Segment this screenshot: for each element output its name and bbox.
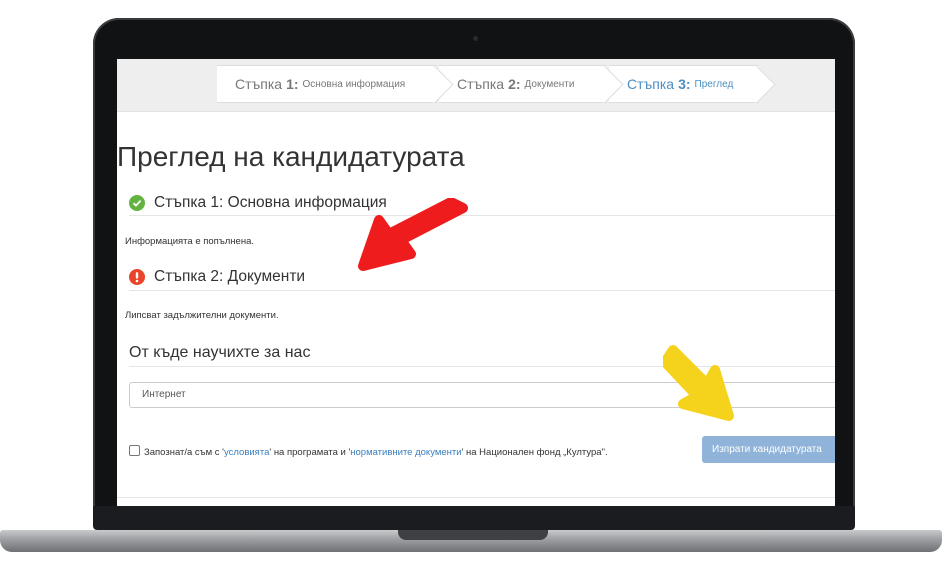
wizard-step-2-desc: Документи bbox=[524, 78, 575, 90]
section-step2-heading: Стъпка 2: Документи bbox=[129, 268, 305, 286]
source-title: От къде научихте за нас bbox=[129, 344, 311, 361]
step2-status-text: Липсват задължителни документи. bbox=[125, 310, 279, 321]
terms-text-before: Запознат/а съм с ' bbox=[144, 447, 224, 458]
yellow-arrow-icon bbox=[663, 345, 734, 421]
step1-status-text: Информацията е попълнена. bbox=[125, 236, 255, 247]
screen-bezel-bottom bbox=[93, 506, 855, 530]
terms-conditions-link[interactable]: условията bbox=[224, 447, 269, 458]
wizard-step-3[interactable]: Стъпка 3: Преглед bbox=[609, 65, 759, 103]
browser-screen: Стъпка 1: Основна информация Стъпка 2: Д… bbox=[117, 59, 835, 506]
wizard-step-2[interactable]: Стъпка 2: Документи bbox=[439, 65, 607, 103]
section-step2-title: Стъпка 2: Документи bbox=[154, 268, 306, 285]
terms-text-after: ' на Национален фонд „Култура". bbox=[461, 447, 608, 458]
divider bbox=[129, 290, 835, 291]
submit-application-button[interactable]: Изпрати кандидатурата bbox=[702, 436, 835, 463]
divider bbox=[117, 497, 835, 498]
camera-icon bbox=[473, 36, 478, 41]
terms-agreement: Запознат/а съм с 'условията' на програма… bbox=[129, 445, 689, 460]
wizard-step-3-desc: Преглед bbox=[694, 78, 734, 90]
wizard-step-3-number: 3: bbox=[678, 76, 691, 92]
wizard-step-2-name: Стъпка bbox=[457, 76, 505, 92]
page-title: Преглед на кандидатурата bbox=[117, 141, 465, 172]
wizard-step-1-desc: Основна информация bbox=[302, 78, 406, 90]
wizard-step-3-name: Стъпка bbox=[627, 76, 675, 92]
section-step1-title: Стъпка 1: Основна информация bbox=[154, 194, 387, 211]
section-step1-heading: Стъпка 1: Основна информация bbox=[129, 194, 387, 212]
red-arrow-icon bbox=[358, 198, 468, 271]
wizard-step-1[interactable]: Стъпка 1: Основна информация bbox=[217, 65, 437, 103]
wizard-steps: Стъпка 1: Основна информация Стъпка 2: Д… bbox=[117, 59, 835, 112]
wizard-step-1-number: 1: bbox=[286, 76, 299, 92]
wizard-step-1-name: Стъпка bbox=[235, 76, 283, 92]
check-circle-icon bbox=[129, 195, 145, 211]
exclamation-circle-icon bbox=[129, 269, 145, 285]
laptop-notch bbox=[398, 530, 548, 540]
source-heading: От къде научихте за нас bbox=[129, 344, 310, 362]
terms-checkbox[interactable] bbox=[129, 445, 140, 456]
divider bbox=[129, 215, 835, 216]
wizard-step-2-number: 2: bbox=[508, 76, 521, 92]
terms-regulations-link[interactable]: нормативните документи bbox=[350, 447, 461, 458]
terms-text-middle: ' на програмата и ' bbox=[269, 447, 351, 458]
